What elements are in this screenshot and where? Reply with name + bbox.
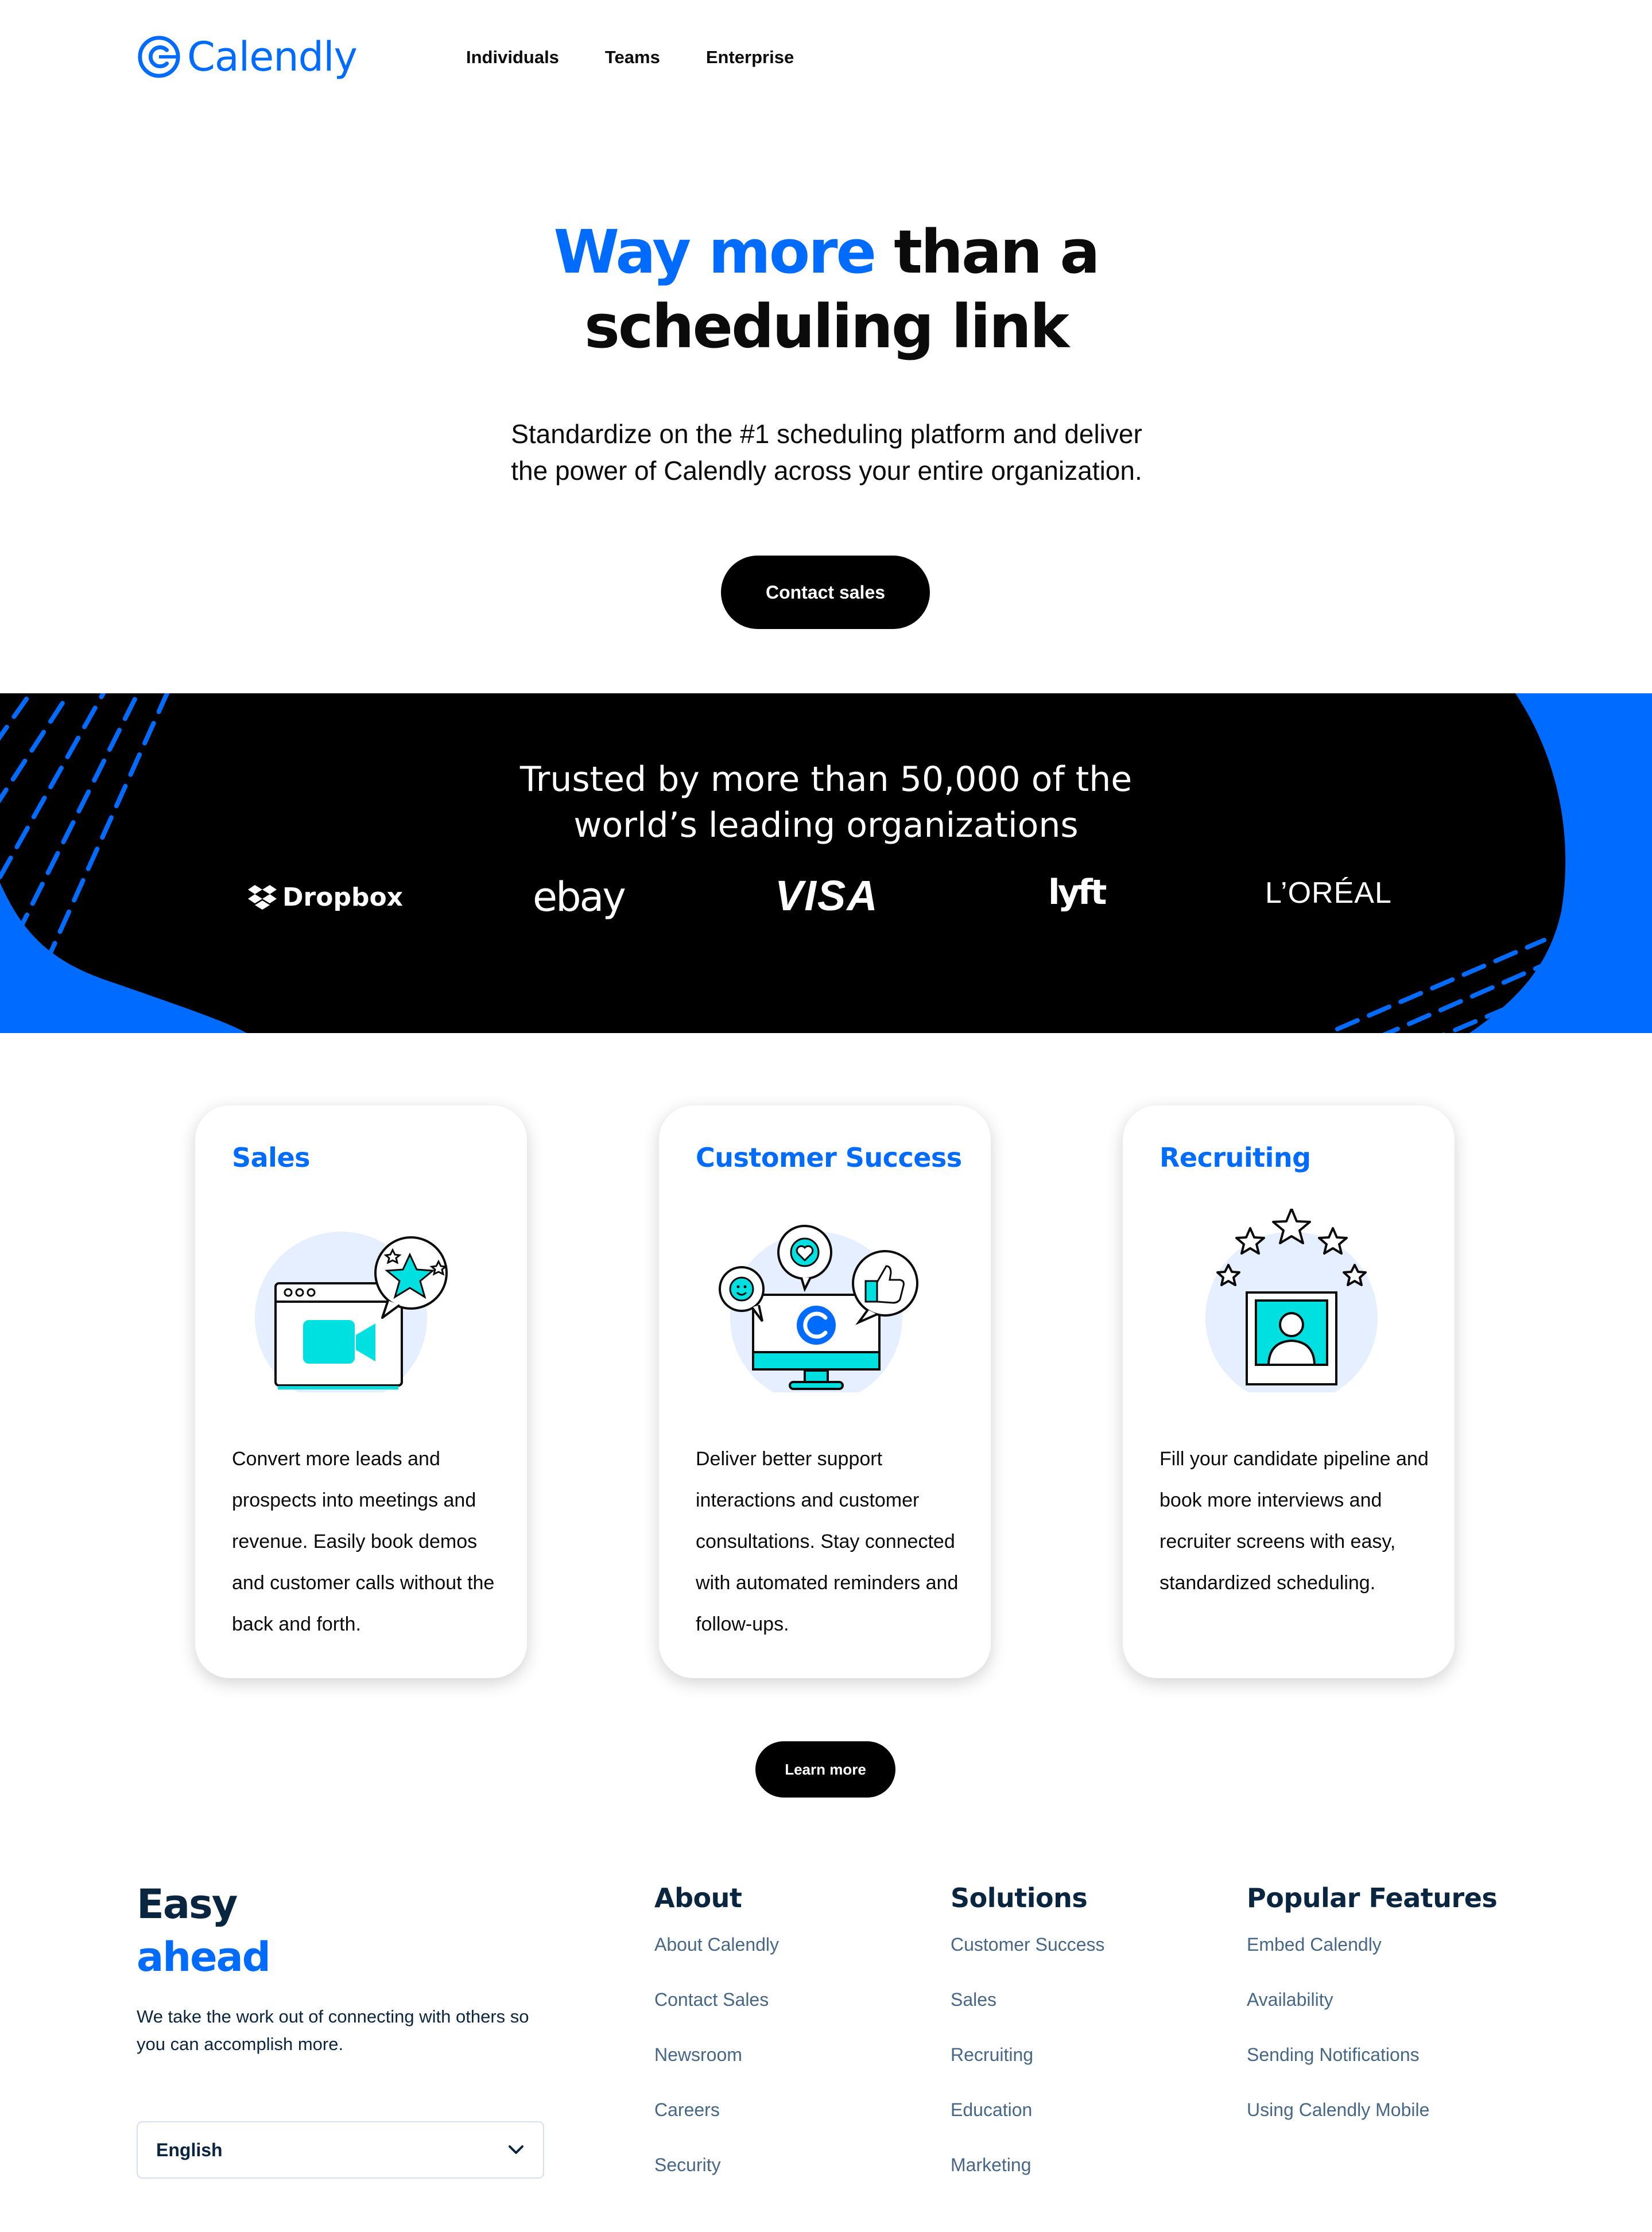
card-description: Deliver better support interactions and … — [696, 1448, 959, 1635]
visa-logo: VISA — [775, 872, 879, 919]
main-nav: Individuals Teams Enterprise — [466, 47, 794, 68]
video-call-icon — [255, 1232, 448, 1392]
calendly-logo-icon — [138, 36, 180, 78]
hero-subtitle: Standardize on the #1 scheduling platfor… — [511, 419, 1142, 486]
nav-individuals[interactable]: Individuals — [466, 47, 559, 68]
calendly-logo[interactable]: Calendly — [137, 33, 358, 80]
footer-heading-line2: ahead — [137, 1934, 271, 1981]
hero-title-accent: Way more — [553, 217, 877, 287]
footer-column-title: About — [654, 1882, 742, 1913]
footer-link-recruiting[interactable]: Recruiting — [951, 2043, 1105, 2098]
footer-tagline: We take the work out of connecting with … — [137, 2006, 529, 2054]
footer-link-security[interactable]: Security — [654, 2153, 779, 2208]
footer-link-marketing[interactable]: Marketing — [951, 2153, 1105, 2208]
footer-link-sales[interactable]: Sales — [951, 1988, 1105, 2043]
trusted-title-line1: Trusted by more than 50,000 of the — [519, 759, 1133, 799]
footer-link-about-calendly[interactable]: About Calendly — [654, 1933, 779, 1988]
card-customer-success[interactable]: Customer Success Deliver better support — [659, 1105, 991, 1678]
footer-link-newsroom[interactable]: Newsroom — [654, 2043, 779, 2098]
hero-title-rest: than a — [875, 217, 1100, 287]
band-decoration — [0, 693, 1652, 1033]
dropbox-logo: Dropbox — [247, 883, 403, 912]
footer-link-embed-calendly[interactable]: Embed Calendly — [1247, 1933, 1497, 1988]
footer-link-using-calendly-mobile[interactable]: Using Calendly Mobile — [1247, 2098, 1497, 2153]
footer-column-solutions: Solutions Customer Success Sales Recruit… — [951, 1882, 1105, 2208]
footer-column-title: Solutions — [951, 1882, 1088, 1913]
dropbox-icon — [248, 884, 277, 910]
hero-title-line2: scheduling link — [584, 292, 1069, 362]
contact-sales-button[interactable]: Contact sales — [721, 556, 930, 629]
language-value: English — [156, 2139, 223, 2160]
footer-link-careers[interactable]: Careers — [654, 2098, 779, 2153]
footer-column-popular-features: Popular Features Embed Calendly Availabi… — [1247, 1882, 1498, 2153]
card-title: Recruiting — [1159, 1142, 1311, 1173]
footer-column-title: Popular Features — [1247, 1882, 1498, 1913]
card-sales[interactable]: Sales Convert more leads and prospects i… — [195, 1105, 527, 1678]
ebay-logo: ebay — [533, 874, 626, 921]
logo-wordmark: Calendly — [187, 33, 358, 80]
footer-column-about: About About Calendly Contact Sales Newsr… — [654, 1882, 779, 2208]
card-title: Sales — [232, 1142, 311, 1173]
nav-enterprise[interactable]: Enterprise — [706, 47, 794, 68]
site-header: Calendly Individuals Teams Enterprise — [0, 0, 1652, 115]
language-select[interactable]: English — [137, 2121, 544, 2179]
footer-heading: Easy ahead — [137, 1878, 271, 1983]
card-description: Convert more leads and prospects into me… — [232, 1448, 495, 1635]
trusted-band: Trusted by more than 50,000 of the world… — [0, 693, 1652, 1033]
trusted-title-line2: world’s leading organizations — [573, 805, 1079, 845]
loreal-logo: L’ORÉAL — [1265, 876, 1392, 910]
chevron-down-icon — [509, 2145, 523, 2154]
card-recruiting[interactable]: Recruiting Fill your candidate pipeline … — [1123, 1105, 1455, 1678]
learn-more-button[interactable]: Learn more — [755, 1741, 895, 1798]
footer-heading-line1: Easy — [137, 1881, 238, 1928]
hero-title: Way more than a scheduling link — [0, 215, 1652, 364]
card-title: Customer Success — [696, 1142, 962, 1173]
nav-teams[interactable]: Teams — [605, 47, 660, 68]
monitor-feedback-icon — [719, 1225, 918, 1392]
footer-link-availability[interactable]: Availability — [1247, 1988, 1497, 2043]
footer-link-contact-sales[interactable]: Contact Sales — [654, 1988, 779, 2043]
footer-link-education[interactable]: Education — [951, 2098, 1105, 2153]
trusted-title: Trusted by more than 50,000 of the world… — [0, 756, 1652, 848]
dropbox-wordmark: Dropbox — [282, 883, 404, 912]
lyft-logo: lyft — [1048, 872, 1107, 913]
page: Calendly Individuals Teams Enterprise Wa… — [0, 0, 1652, 2232]
candidate-stars-icon — [1205, 1209, 1378, 1392]
footer-link-customer-success[interactable]: Customer Success — [951, 1933, 1105, 1988]
footer-link-sending-notifications[interactable]: Sending Notifications — [1247, 2043, 1497, 2098]
card-description: Fill your candidate pipeline and book mo… — [1159, 1448, 1429, 1594]
